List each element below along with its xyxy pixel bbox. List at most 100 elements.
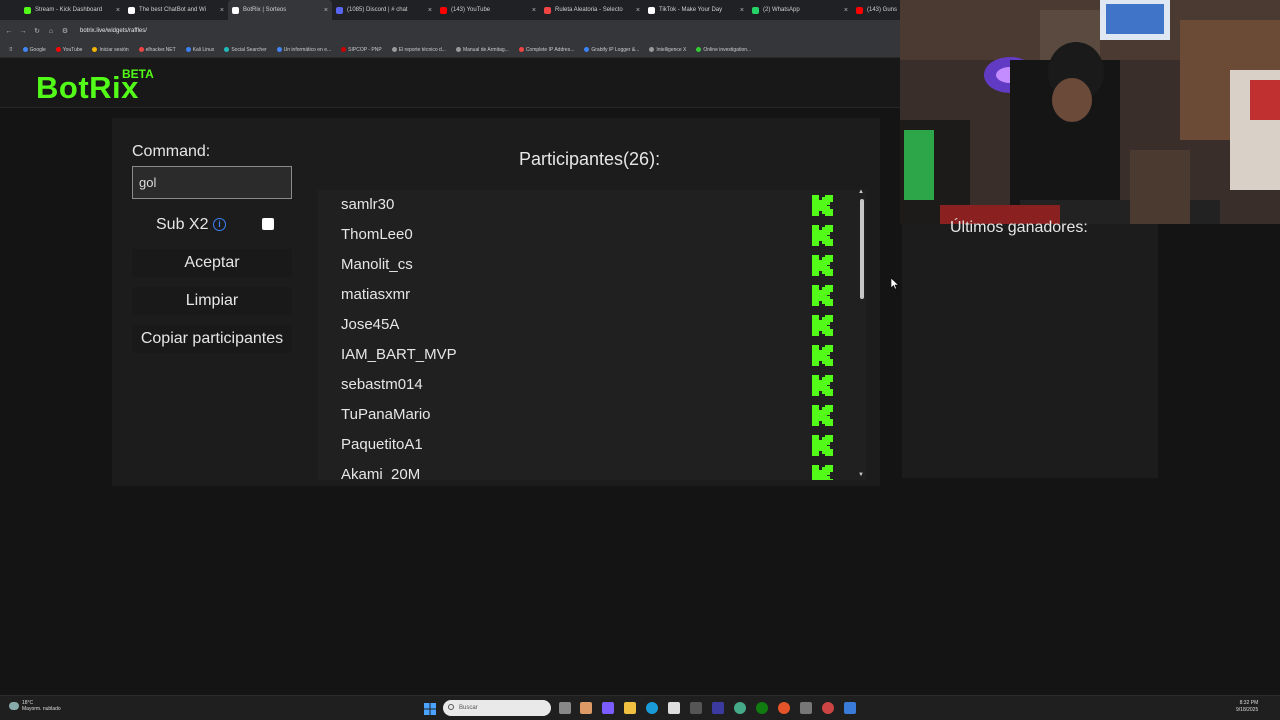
tab-close-icon[interactable]: × (220, 7, 224, 14)
accept-button[interactable]: Aceptar (132, 249, 292, 277)
bookmark-item[interactable]: Google (20, 47, 49, 53)
tab-close-icon[interactable]: × (324, 7, 328, 14)
participant-row[interactable]: sebastm014 (318, 370, 858, 400)
forward-icon[interactable]: → (18, 28, 28, 35)
participant-row[interactable]: Jose45A (318, 310, 858, 340)
kick-platform-icon (812, 195, 833, 216)
settings-icon[interactable] (690, 702, 702, 714)
webcam-overlay (900, 0, 1280, 224)
bookmark-item[interactable]: Intelligence X (646, 47, 689, 53)
participant-row[interactable]: Akami_20M (318, 460, 858, 480)
clear-button[interactable]: Limpiar (132, 287, 292, 315)
tab-close-icon[interactable]: × (636, 7, 640, 14)
url-field[interactable]: botrix.live/widgets/raffles/ (80, 24, 147, 38)
bookmark-item[interactable]: Online investigation... (693, 47, 754, 53)
apps-icon[interactable]: ⠿ (6, 47, 16, 53)
tab-close-icon[interactable]: × (740, 7, 744, 14)
tab-close-icon[interactable]: × (532, 7, 536, 14)
bookmark-item[interactable]: Grabify IP Logger &... (581, 47, 642, 53)
store-icon[interactable] (668, 702, 680, 714)
participants-list[interactable]: samlr30 ThomLee0 Manolit_cs matiasxmr Jose45… (318, 190, 866, 480)
vscode-icon[interactable] (844, 702, 856, 714)
participant-row[interactable]: matiasxmr (318, 280, 858, 310)
file-explorer-icon[interactable] (624, 702, 636, 714)
browser-tab[interactable]: BotRix | Sorteos × (228, 0, 332, 20)
sub-x2-checkbox[interactable] (262, 218, 274, 230)
copilot-icon[interactable] (580, 702, 592, 714)
back-icon[interactable]: ← (4, 28, 14, 35)
sub-x2-label: Sub X2 (156, 216, 209, 233)
kick-platform-icon (812, 375, 833, 396)
tab-close-icon[interactable]: × (844, 7, 848, 14)
firefox-icon[interactable] (778, 702, 790, 714)
participant-row[interactable]: ThomLee0 (318, 220, 858, 250)
participant-row[interactable]: TuPanaMario (318, 400, 858, 430)
scroll-down-icon[interactable]: ▼ (858, 472, 864, 478)
system-clock[interactable]: 8:32 PM 9/18/2025 (1236, 700, 1258, 714)
browser-tab[interactable]: The best ChatBot and Wi × (124, 0, 228, 20)
participant-name: samlr30 (341, 196, 395, 213)
command-input[interactable] (132, 166, 292, 199)
home-icon[interactable]: ⌂ (46, 28, 56, 35)
bookmark-label: Grabify IP Logger &... (591, 46, 640, 53)
tab-title: Stream - Kick Dashboard (35, 7, 103, 13)
bookmark-label: SIPCOP - PNP (348, 46, 382, 53)
scroll-up-icon[interactable]: ▲ (858, 189, 864, 195)
browser-tab[interactable]: (143) YouTube × (436, 0, 540, 20)
app-icon[interactable] (800, 702, 812, 714)
kick-platform-icon (812, 345, 833, 366)
browser-tab[interactable]: TikTok - Make Your Day × (644, 0, 748, 20)
bookmark-item[interactable]: Social Searcher (221, 47, 269, 53)
tab-favicon-icon (856, 6, 863, 14)
chrome-alt-icon[interactable] (822, 702, 834, 714)
tab-favicon-icon (648, 6, 655, 14)
reload-icon[interactable]: ↻ (32, 27, 42, 35)
bookmark-item[interactable]: Complete IP Addres... (516, 47, 578, 53)
bookmarks-bar: ⠿ Google YouTube Iniciar sesión elhacker.NET… (0, 42, 900, 58)
browser-tab[interactable]: Ruleta Aleatoria - Selecto × (540, 0, 644, 20)
participant-name: ThomLee0 (341, 226, 413, 243)
browser-tab[interactable]: (2) WhatsApp × (748, 0, 852, 20)
bookmark-item[interactable]: YouTube (53, 47, 86, 53)
bookmark-label: Kali Linux (192, 46, 215, 53)
site-info-icon[interactable]: ⚙ (60, 27, 70, 35)
participant-row[interactable]: PaquetitoA1 (318, 430, 858, 460)
bookmark-item[interactable]: SIPCOP - PNP (338, 47, 385, 53)
tab-close-icon[interactable]: × (428, 7, 432, 14)
participant-row[interactable]: IAM_BART_MVP (318, 340, 858, 370)
browser-tab[interactable]: (1085) Discord | # chat × (332, 0, 436, 20)
bookmark-item[interactable]: El reporte técnico d... (389, 47, 449, 53)
bookmark-label: Google (29, 46, 46, 53)
kick-platform-icon (812, 315, 833, 336)
bookmark-item[interactable]: Iniciar sesión (89, 47, 131, 53)
browser-tab[interactable]: Stream - Kick Dashboard × (20, 0, 124, 20)
tab-title: (143) Guns (867, 7, 898, 13)
xbox-icon[interactable] (756, 702, 768, 714)
cloud-icon (9, 702, 19, 710)
start-icon[interactable] (424, 702, 436, 715)
teams-icon[interactable] (602, 702, 614, 714)
copy-participants-button[interactable]: Copiar participantes (132, 325, 292, 353)
bookmark-label: Manual de Armitag... (462, 46, 509, 53)
tab-close-icon[interactable]: × (116, 7, 120, 14)
edge-icon[interactable] (646, 702, 658, 714)
search-icon (448, 704, 454, 710)
bookmark-favicon-icon (92, 47, 98, 52)
bookmark-label: Intelligence X (656, 46, 687, 53)
visual-studio-icon[interactable] (712, 702, 724, 714)
tab-title: (1085) Discord | # chat (347, 7, 408, 13)
bookmark-item[interactable]: elhacker.NET (136, 47, 179, 53)
taskbar-search[interactable]: Buscar (443, 700, 551, 716)
bookmark-item[interactable]: Manual de Armitag... (453, 47, 512, 53)
chrome-icon[interactable] (734, 702, 746, 714)
scrollbar-thumb[interactable] (860, 199, 864, 299)
participant-row[interactable]: samlr30 (318, 190, 858, 220)
clock-date: 9/18/2025 (1236, 707, 1259, 713)
info-icon[interactable]: i (213, 218, 226, 231)
bookmark-item[interactable]: Kali Linux (183, 47, 218, 53)
task-view-icon[interactable] (559, 702, 571, 714)
tab-title: Ruleta Aleatoria - Selecto (555, 7, 623, 13)
participant-row[interactable]: Manolit_cs (318, 250, 858, 280)
bookmark-item[interactable]: Un informático en e... (274, 47, 335, 53)
tab-favicon-icon (24, 6, 31, 14)
